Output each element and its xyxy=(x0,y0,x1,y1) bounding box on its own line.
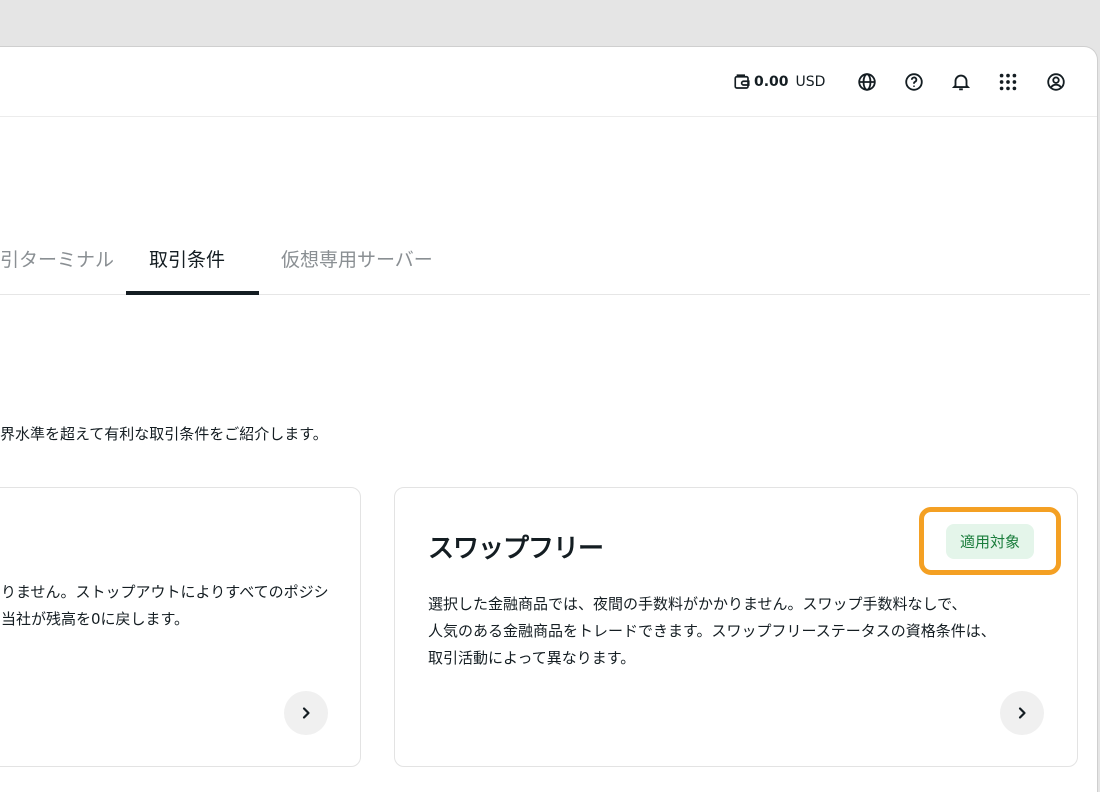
swap-free-card[interactable]: スワップフリー 適用対象 選択した金融商品では、夜間の手数料がかかりません。スワ… xyxy=(394,487,1078,767)
card-description-line: 当社が残高を0に戻します。 xyxy=(1,610,190,628)
tab-trading-terminal[interactable]: 引ターミナル xyxy=(0,245,114,295)
card-description-line: 人気のある金融商品をトレードできます。スワップフリーステータスの資格条件は、 xyxy=(428,622,996,640)
card-title: スワップフリー xyxy=(428,534,604,564)
help-icon xyxy=(905,73,923,91)
card-description-line: りません。ストップアウトによりすべてのポジシ xyxy=(1,583,329,601)
wallet-icon xyxy=(734,74,750,89)
badge-highlight: 適用対象 xyxy=(919,507,1061,575)
eligible-badge: 適用対象 xyxy=(945,523,1034,559)
account-button[interactable] xyxy=(1044,70,1068,94)
tab-trading-conditions[interactable]: 取引条件 xyxy=(149,245,225,295)
tab-vps[interactable]: 仮想専用サーバー xyxy=(281,245,433,295)
balance-currency: USD xyxy=(795,74,826,90)
card-description: りません。ストップアウトによりすべてのポジシ 当社が残高を0に戻します。 xyxy=(1,579,329,633)
top-header: 0.00 USD xyxy=(0,47,1097,117)
account-icon xyxy=(1047,73,1065,91)
balance-amount: 0.00 xyxy=(754,74,789,90)
help-button[interactable] xyxy=(902,70,926,94)
browser-window: 0.00 USD 引ターミナル 取引条件 仮想専用サーバー 界水準を超えて有利な… xyxy=(0,46,1098,792)
chevron-right-icon xyxy=(1018,707,1026,719)
language-button[interactable] xyxy=(855,70,879,94)
card-description-line: 取引活動によって異なります。 xyxy=(428,649,636,667)
stop-out-protection-card[interactable]: りません。ストップアウトによりすべてのポジシ 当社が残高を0に戻します。 xyxy=(0,487,361,767)
balance-display[interactable]: 0.00 USD xyxy=(733,71,825,93)
notifications-button[interactable] xyxy=(949,70,973,94)
chevron-right-icon xyxy=(302,707,310,719)
active-tab-indicator xyxy=(126,291,259,295)
card-arrow-button[interactable] xyxy=(1000,691,1044,735)
intro-text: 界水準を超えて有利な取引条件をご紹介します。 xyxy=(0,425,328,443)
apps-button[interactable] xyxy=(996,70,1020,94)
card-description-line: 選択した金融商品では、夜間の手数料がかかりません。スワップ手数料なしで、 xyxy=(428,595,967,613)
apps-grid-icon xyxy=(999,73,1017,91)
card-description: 選択した金融商品では、夜間の手数料がかかりません。スワップ手数料なしで、 人気の… xyxy=(428,591,996,672)
tab-bar: 引ターミナル 取引条件 仮想専用サーバー xyxy=(0,227,1090,295)
globe-icon xyxy=(858,73,876,91)
card-arrow-button[interactable] xyxy=(284,691,328,735)
bell-icon xyxy=(951,74,971,91)
